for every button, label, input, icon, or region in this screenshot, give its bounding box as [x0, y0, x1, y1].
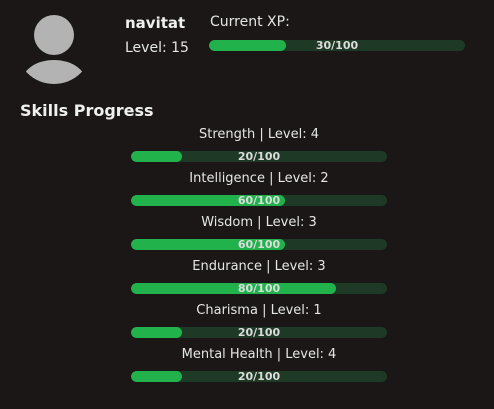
skill-progress-bar: 60/100	[131, 195, 387, 206]
skills-list: Strength | Level: 4 20/100 Intelligence …	[131, 126, 387, 390]
xp-progress-bar: 30/100	[209, 40, 465, 51]
skill-progress-text: 60/100	[237, 195, 281, 206]
skill-label: Wisdom | Level: 3	[201, 215, 317, 230]
skills-progress-title: Skills Progress	[20, 101, 154, 120]
skill-mental-health: Mental Health | Level: 4 20/100	[131, 346, 387, 390]
skill-progress-text: 60/100	[237, 239, 281, 250]
skill-progress-text: 20/100	[237, 151, 281, 162]
skill-label: Intelligence | Level: 2	[189, 171, 329, 186]
skill-strength: Strength | Level: 4 20/100	[131, 126, 387, 170]
xp-label: Current XP:	[210, 14, 290, 30]
avatar-user-silhouette-icon	[16, 8, 92, 84]
skill-progress-bar: 20/100	[131, 327, 387, 338]
skill-label: Charisma | Level: 1	[196, 303, 322, 318]
xp-progress-text: 30/100	[315, 40, 359, 51]
skill-label: Mental Health | Level: 4	[181, 347, 337, 362]
skill-progress-bar: 20/100	[131, 371, 387, 382]
skill-label: Endurance | Level: 3	[192, 259, 326, 274]
skill-progress-text: 20/100	[237, 371, 281, 382]
skill-endurance: Endurance | Level: 3 80/100	[131, 258, 387, 302]
skill-progress-bar: 20/100	[131, 151, 387, 162]
username: navitat	[125, 14, 186, 32]
user-level: Level: 15	[125, 40, 189, 56]
skill-progress-bar: 80/100	[131, 283, 387, 294]
skill-wisdom: Wisdom | Level: 3 60/100	[131, 214, 387, 258]
skill-intelligence: Intelligence | Level: 2 60/100	[131, 170, 387, 214]
skill-label: Strength | Level: 4	[199, 127, 319, 142]
skill-progress-text: 20/100	[237, 327, 281, 338]
skill-progress-text: 80/100	[237, 283, 281, 294]
skill-charisma: Charisma | Level: 1 20/100	[131, 302, 387, 346]
skill-progress-bar: 60/100	[131, 239, 387, 250]
